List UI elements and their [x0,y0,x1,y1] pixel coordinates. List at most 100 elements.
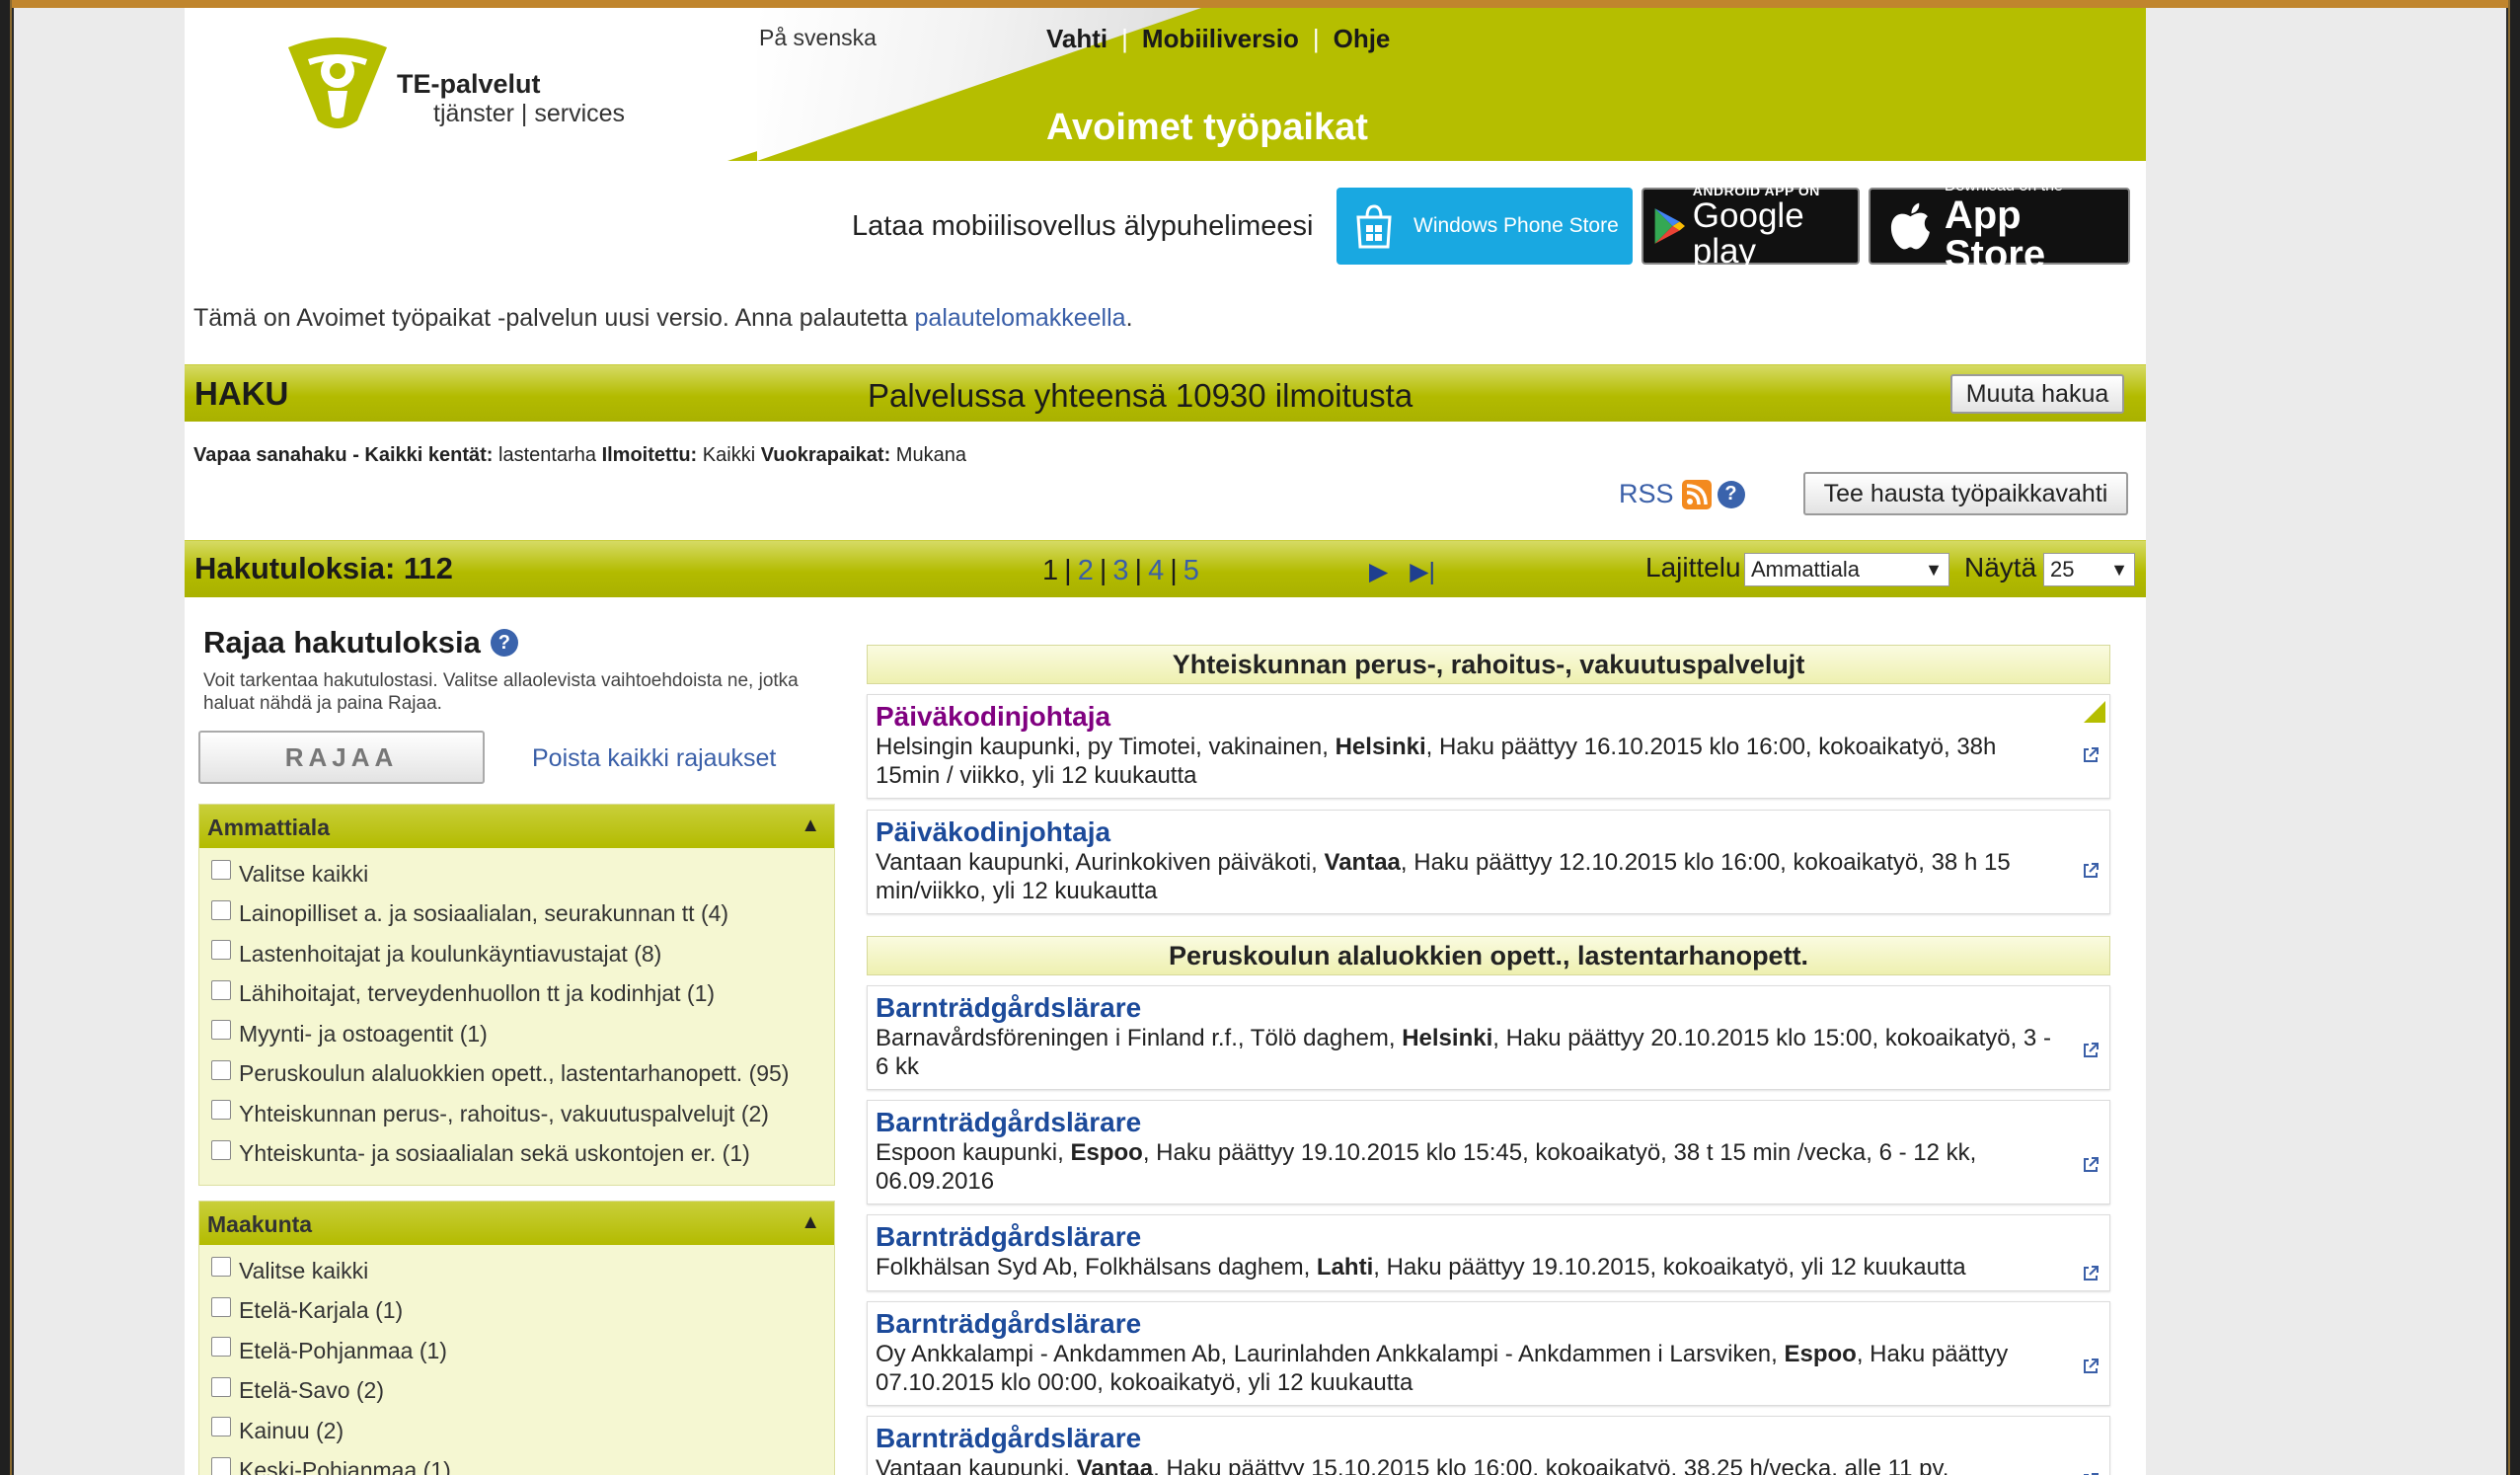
external-link-icon[interactable] [2082,1042,2100,1059]
job-details: Vantaan kaupunki, Vantaa, Haku päättyy 1… [876,1454,2060,1475]
job-title-link[interactable]: Barnträdgårdslärare [876,1423,2060,1454]
change-search-button[interactable]: Muuta hakua [1950,374,2124,414]
job-title-link[interactable]: Barnträdgårdslärare [876,1308,2060,1340]
windows-phone-store-badge[interactable]: Windows Phone Store [1336,188,1633,265]
facet-option-label: Peruskoulun alaluokkien opett., lastenta… [239,1060,790,1087]
checkbox[interactable] [211,1417,231,1437]
facet-option-label: Lainopilliset a. ja sosiaalialan, seurak… [239,900,729,927]
windows-store-label: Windows Phone Store [1413,214,1619,237]
apply-filters-button[interactable]: RAJAA [198,731,485,784]
facet-option[interactable]: Etelä-Savo (2) [211,1371,834,1412]
site-title: Avoimet työpaikat [1046,107,1368,148]
job-city: Espoo [1784,1341,1857,1367]
page-size-select[interactable]: 25 ▼ [2043,553,2135,586]
job-city: Vantaa [1324,849,1401,876]
facet-option[interactable]: Yhteiskunta- ja sosiaalialan sekä uskont… [211,1134,834,1175]
rss-icon[interactable] [1681,479,1712,509]
page-4[interactable]: 4 [1148,555,1164,586]
clear-filters-link[interactable]: Poista kaikki rajaukset [532,744,776,773]
page-3[interactable]: 3 [1112,555,1128,586]
version-info-text: Tämä on Avoimet työpaikat -palvelun uusi… [193,304,915,332]
job-city: Espoo [1070,1139,1143,1166]
page-5[interactable]: 5 [1184,555,1199,586]
external-link-icon[interactable] [2082,1358,2100,1375]
checkbox[interactable] [211,1020,231,1041]
job-listing[interactable]: Päiväkodinjohtaja Vantaan kaupunki, Auri… [867,810,2110,914]
facet-option[interactable]: Yhteiskunnan perus-, rahoitus-, vakuutus… [211,1094,834,1134]
criteria-value-temp: Mukana [895,444,966,466]
facet-option[interactable]: Kainuu (2) [211,1411,834,1451]
job-title-link[interactable]: Barnträdgårdslärare [876,1221,2060,1253]
job-title-link[interactable]: Päiväkodinjohtaja [876,816,2060,848]
job-listing[interactable]: Päiväkodinjohtaja Helsingin kaupunki, py… [867,694,2110,799]
checkbox[interactable] [211,1257,231,1278]
facet-option[interactable]: Lastenhoitajat ja koulunkäyntiavustajat … [211,934,834,974]
collapse-up-icon[interactable]: ▲ [801,815,820,837]
checkbox[interactable] [211,1139,231,1160]
job-listing[interactable]: Barnträdgårdslärare Folkhälsan Syd Ab, F… [867,1214,2110,1291]
rss-link[interactable]: RSS [1619,479,1674,509]
sort-select[interactable]: Ammattiala ▼ [1744,553,1949,586]
checkbox[interactable] [211,1100,231,1121]
job-listing[interactable]: Barnträdgårdslärare Vantaan kaupunki, Va… [867,1416,2110,1475]
page-1[interactable]: 1 [1042,555,1058,586]
checkbox[interactable] [211,1059,231,1080]
feedback-form-link[interactable]: palautelomakkeella [915,304,1126,332]
facet-ammattiala-header[interactable]: Ammattiala ▲ [199,805,834,848]
job-listing[interactable]: Barnträdgårdslärare Barnavårdsföreningen… [867,985,2110,1090]
external-link-icon[interactable] [2082,862,2100,880]
job-listing[interactable]: Barnträdgårdslärare Espoon kaupunki, Esp… [867,1100,2110,1204]
checkbox[interactable] [211,1337,231,1358]
checkbox[interactable] [211,1456,231,1475]
facet-maakunta-header[interactable]: Maakunta ▲ [199,1202,834,1245]
checkbox[interactable] [211,1376,231,1397]
facet-option[interactable]: Etelä-Karjala (1) [211,1291,834,1332]
job-listing[interactable]: Barnträdgårdslärare Oy Ankkalampi - Ankd… [867,1301,2110,1406]
page-2[interactable]: 2 [1078,555,1094,586]
dropdown-arrow-icon: ▼ [2110,560,2128,580]
next-page-icon[interactable]: ▶ [1369,558,1388,585]
facet-option[interactable]: Myynti- ja ostoagentit (1) [211,1014,834,1054]
job-title-link[interactable]: Barnträdgårdslärare [876,1107,2060,1138]
external-link-icon[interactable] [2082,1156,2100,1174]
app-store-badge[interactable]: Download on the App Store [1869,178,2130,274]
collapse-up-icon[interactable]: ▲ [801,1211,820,1234]
external-link-icon[interactable] [2082,746,2100,764]
job-details: Espoon kaupunki, Espoo, Haku päättyy 19.… [876,1138,2060,1196]
facet-maakunta: Maakunta ▲ Valitse kaikki Etelä-Karjala … [198,1201,835,1475]
checkbox[interactable] [211,860,231,881]
window-left-border [0,0,12,1475]
job-title-link[interactable]: Päiväkodinjohtaja [876,701,2060,733]
nav-separator: | [1312,24,1320,53]
facet-option-label: Keski-Pohjanmaa (1) [239,1457,451,1475]
facet-option[interactable]: Keski-Pohjanmaa (1) [211,1451,834,1475]
te-palvelut-logo-icon[interactable] [278,30,397,138]
create-job-alert-button[interactable]: Tee hausta työpaikkavahti [1803,472,2128,515]
facet-option[interactable]: Lainopilliset a. ja sosiaalialan, seurak… [211,894,834,935]
nav-mobiiliversio-link[interactable]: Mobiiliversio [1142,24,1299,53]
facet-option[interactable]: Valitse kaikki [211,854,834,894]
external-link-icon[interactable] [2082,1265,2100,1282]
nav-ohje-link[interactable]: Ohje [1334,24,1391,53]
job-details: Barnavårdsföreningen i Finland r.f., Töl… [876,1024,2060,1081]
job-title-link[interactable]: Barnträdgårdslärare [876,992,2060,1024]
facet-option[interactable]: Peruskoulun alaluokkien opett., lastenta… [211,1054,834,1095]
facet-option[interactable]: Valitse kaikki [211,1251,834,1291]
checkbox[interactable] [211,899,231,920]
criteria-value-published: Kaikki [702,444,756,466]
results-bar: Hakutuloksia: 112 1 | 2 | 3 | 4 | 5 ▶ ▶| Lajittel… [185,540,2146,597]
language-switch-link[interactable]: På svenska [759,25,877,51]
job-city: Helsinki [1402,1025,1493,1051]
checkbox[interactable] [211,979,231,1000]
google-play-badge[interactable]: ANDROID APP ON Google play [1642,183,1860,270]
checkbox[interactable] [211,1296,231,1317]
facet-option[interactable]: Etelä-Pohjanmaa (1) [211,1331,834,1371]
facet-option[interactable]: Lähihoitajat, terveydenhuollon tt ja kod… [211,974,834,1015]
last-page-icon[interactable]: ▶| [1410,558,1435,585]
checkbox[interactable] [211,940,231,961]
sort-label: Lajittelu [1645,552,1741,582]
rss-help-icon[interactable]: ? [1717,480,1745,508]
filter-help-icon[interactable]: ? [490,629,518,657]
nav-vahti-link[interactable]: Vahti [1046,24,1107,53]
filter-description: Voit tarkentaa hakutulostasi. Valitse al… [203,670,799,714]
